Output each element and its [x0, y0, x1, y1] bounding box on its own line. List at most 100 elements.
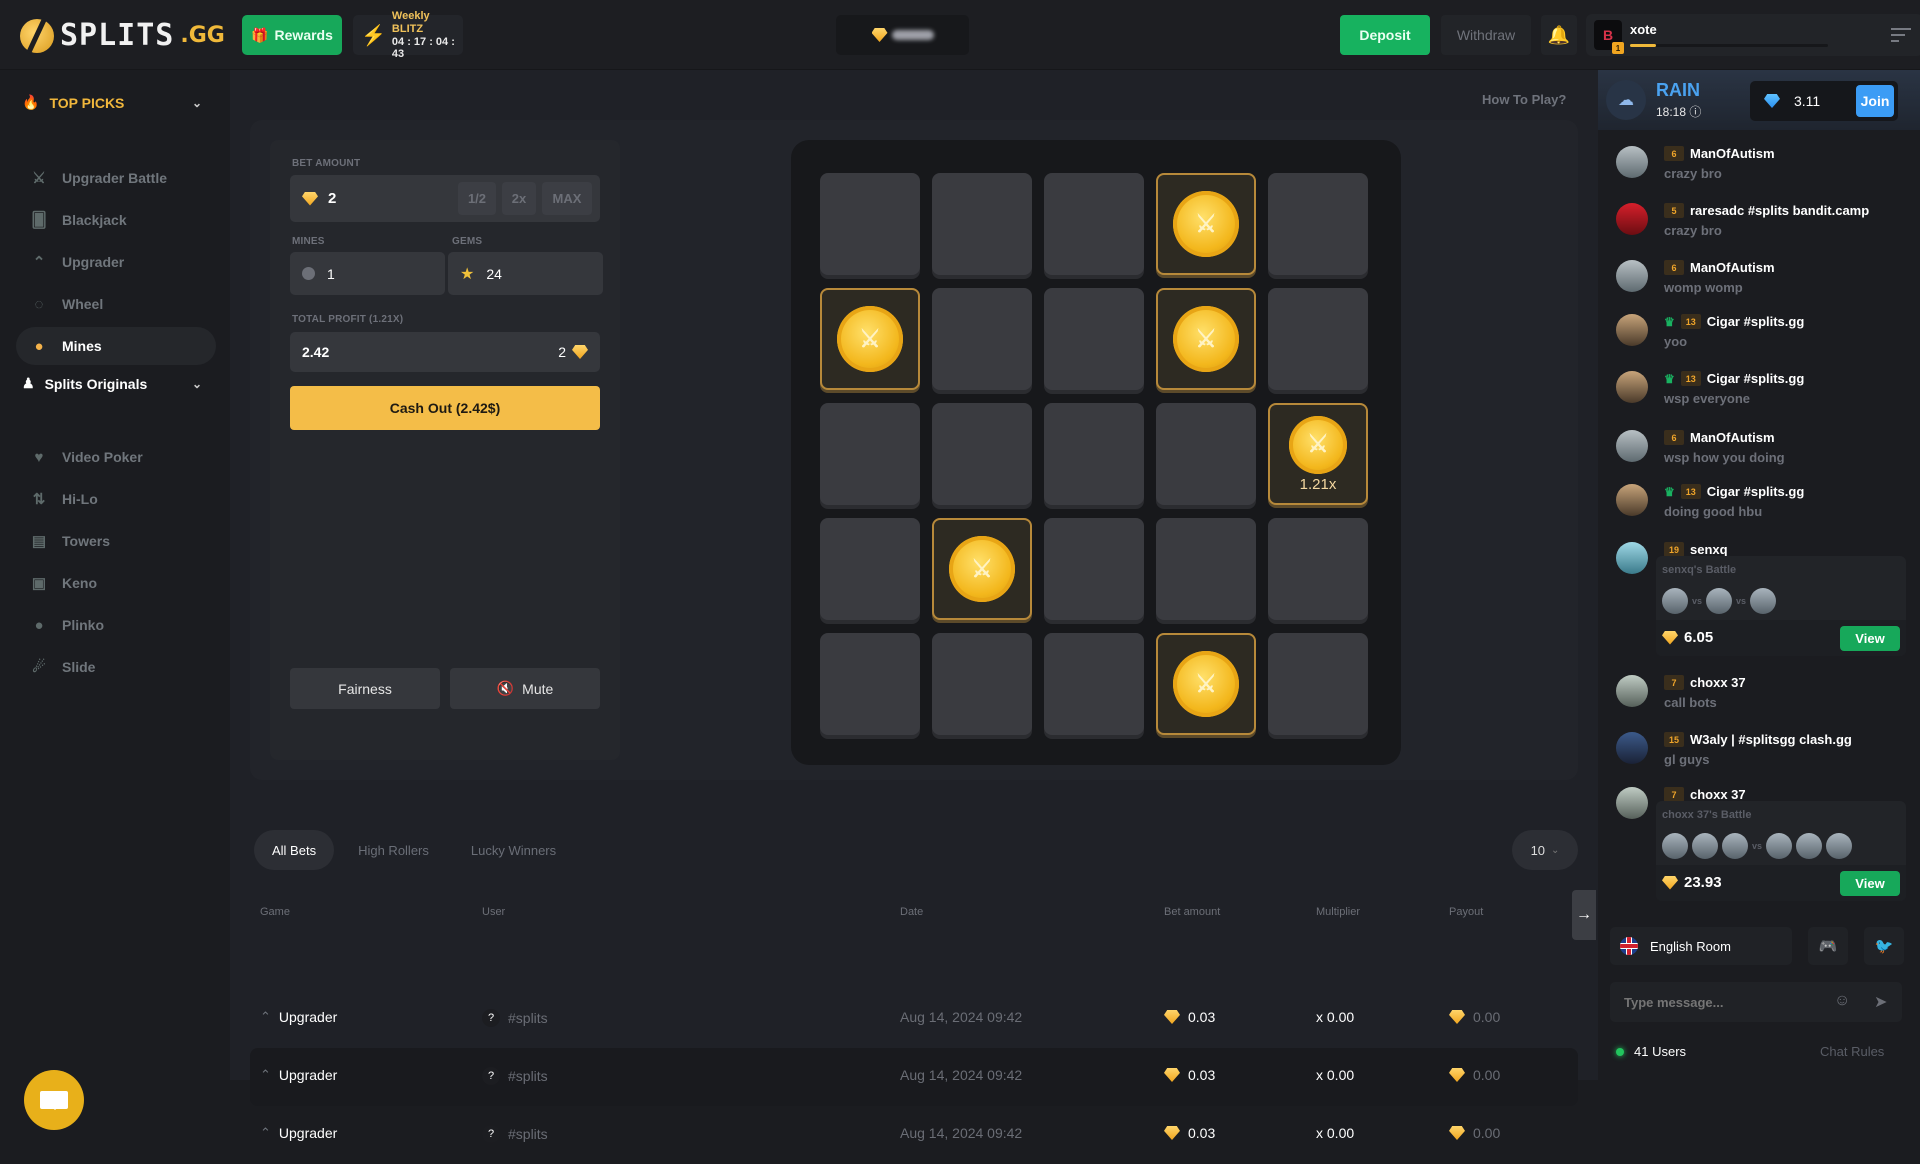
hidden-tile[interactable]: [932, 173, 1032, 275]
avatar[interactable]: [1616, 787, 1648, 819]
top-picks-header[interactable]: 🔥 TOP PICKS ⌄: [22, 94, 202, 111]
emoji-icon[interactable]: ☺: [1834, 992, 1850, 1010]
sidebar-item-upgrader[interactable]: ⌃ Upgrader: [16, 243, 216, 281]
revealed-gem-tile[interactable]: ⚔: [932, 518, 1032, 620]
mines-count-input[interactable]: 1: [290, 252, 445, 295]
withdraw-button[interactable]: Withdraw: [1441, 15, 1531, 55]
message-username[interactable]: raresadc #splits bandit.camp: [1690, 203, 1869, 218]
hidden-tile[interactable]: [820, 518, 920, 620]
hidden-tile[interactable]: [1268, 633, 1368, 735]
fairness-button[interactable]: Fairness: [290, 668, 440, 709]
hidden-tile[interactable]: [820, 173, 920, 275]
hidden-tile[interactable]: [1044, 288, 1144, 390]
view-battle-button[interactable]: View: [1840, 626, 1900, 651]
user-profile[interactable]: B 1 xote: [1586, 14, 1920, 56]
hidden-tile[interactable]: [1156, 403, 1256, 505]
hidden-tile[interactable]: [1044, 403, 1144, 505]
balance-display[interactable]: [836, 15, 969, 55]
avatar[interactable]: [1616, 371, 1648, 403]
avatar[interactable]: [1616, 260, 1648, 292]
message-username[interactable]: ManOfAutism: [1690, 146, 1775, 161]
hidden-tile[interactable]: [820, 403, 920, 505]
hidden-tile[interactable]: [1268, 288, 1368, 390]
sidebar-item-blackjack[interactable]: 🂠 Blackjack: [16, 201, 216, 239]
message-username[interactable]: ManOfAutism: [1690, 260, 1775, 275]
mute-button[interactable]: 🔇 Mute: [450, 668, 600, 709]
sidebar-item-video-poker[interactable]: ♥ Video Poker: [16, 438, 216, 476]
sidebar-item-towers[interactable]: ▤ Towers: [16, 522, 216, 560]
table-row[interactable]: ⌃ Upgrader? #splits Aug 14, 2024 09:42 0.03 x…: [250, 1048, 1578, 1106]
sidebar-item-plinko[interactable]: ● Plinko: [16, 606, 216, 644]
message-username[interactable]: Cigar #splits.gg: [1707, 371, 1805, 386]
revealed-gem-tile[interactable]: ⚔: [1156, 173, 1256, 275]
hidden-tile[interactable]: [932, 633, 1032, 735]
sidebar-item-wheel[interactable]: ◌ Wheel: [16, 285, 216, 323]
sidebar-item-slide[interactable]: ☄ Slide: [16, 648, 216, 686]
avatar[interactable]: [1616, 146, 1648, 178]
avatar[interactable]: [1616, 542, 1648, 574]
revealed-gem-tile[interactable]: ⚔: [1156, 633, 1256, 735]
hidden-tile[interactable]: [1268, 173, 1368, 275]
notifications-button[interactable]: 🔔: [1541, 15, 1577, 55]
logo[interactable]: SPLITS .GG: [20, 18, 225, 53]
chat-message-input[interactable]: [1610, 982, 1902, 1022]
message-username[interactable]: W3aly | #splitsgg clash.gg: [1690, 732, 1852, 747]
max-bet-button[interactable]: MAX: [542, 182, 592, 215]
tab-lucky-winners[interactable]: Lucky Winners: [453, 830, 574, 870]
tab-high-rollers[interactable]: High Rollers: [340, 830, 447, 870]
message-username[interactable]: Cigar #splits.gg: [1707, 484, 1805, 499]
avatar[interactable]: [1616, 484, 1648, 516]
revealed-gem-tile[interactable]: ⚔: [820, 288, 920, 390]
sidebar-item-upgrader-battle[interactable]: ⚔ Upgrader Battle: [16, 159, 216, 197]
page-size-select[interactable]: 10 ⌄: [1512, 830, 1578, 870]
avatar[interactable]: [1616, 203, 1648, 235]
deposit-button[interactable]: Deposit: [1340, 15, 1430, 55]
table-row[interactable]: ⌃ Upgrader? #splits Aug 14, 2024 09:42 0.03 x…: [250, 1106, 1578, 1164]
discord-button[interactable]: 🎮: [1808, 927, 1848, 965]
message-username[interactable]: Cigar #splits.gg: [1707, 314, 1805, 329]
revealed-gem-tile[interactable]: ⚔: [1156, 288, 1256, 390]
sidebar-item-keno[interactable]: ▣ Keno: [16, 564, 216, 602]
avatar[interactable]: [1616, 732, 1648, 764]
balance-value-blurred: [891, 30, 934, 40]
avatar[interactable]: [1616, 430, 1648, 462]
table-row[interactable]: ⌃ Upgrader? #splits Aug 14, 2024 09:42 0.03 x…: [250, 990, 1578, 1048]
menu-icon[interactable]: [1891, 28, 1911, 46]
hidden-tile[interactable]: [932, 288, 1032, 390]
twitter-button[interactable]: 🐦: [1864, 927, 1904, 965]
view-battle-button[interactable]: View: [1840, 871, 1900, 896]
scroll-right-button[interactable]: →: [1572, 890, 1596, 940]
hidden-tile[interactable]: [820, 633, 920, 735]
send-icon[interactable]: ➤: [1874, 992, 1887, 1012]
join-rain-button[interactable]: Join: [1856, 85, 1894, 117]
hidden-tile[interactable]: [1156, 518, 1256, 620]
open-chat-button[interactable]: [24, 1070, 84, 1130]
hidden-tile[interactable]: [1044, 633, 1144, 735]
half-bet-button[interactable]: 1/2: [458, 182, 496, 215]
sidebar-item-hi-lo[interactable]: ⇅ Hi-Lo: [16, 480, 216, 518]
message-username[interactable]: choxx 37: [1690, 675, 1746, 690]
message-username[interactable]: ManOfAutism: [1690, 430, 1775, 445]
info-icon[interactable]: ⓘ: [1689, 105, 1701, 119]
bet-amount-input[interactable]: 2 1/2 2x MAX: [290, 175, 600, 222]
hidden-tile[interactable]: [1268, 518, 1368, 620]
room-selector[interactable]: English Room: [1610, 927, 1792, 965]
avatar[interactable]: [1616, 314, 1648, 346]
hidden-tile[interactable]: [932, 403, 1032, 505]
double-bet-button[interactable]: 2x: [502, 182, 536, 215]
revealed-gem-tile[interactable]: ⚔ 1.21x: [1268, 403, 1368, 505]
avatar[interactable]: [1616, 675, 1648, 707]
cash-out-button[interactable]: Cash Out (2.42$): [290, 386, 600, 430]
chat-rules-link[interactable]: Chat Rules: [1820, 1044, 1884, 1059]
message-username[interactable]: choxx 37: [1690, 787, 1746, 802]
how-to-play-link[interactable]: How To Play?: [1482, 92, 1566, 107]
message-username[interactable]: senxq: [1690, 542, 1728, 557]
sidebar-item-mines[interactable]: ● Mines: [16, 327, 216, 365]
splits-originals-header[interactable]: ♟ Splits Originals ⌄: [22, 375, 202, 392]
weekly-blitz-widget[interactable]: ⚡ Weekly BLITZ 04 : 17 : 04 : 43: [353, 10, 463, 60]
chevron-down-icon: ⌄: [1551, 844, 1560, 856]
tab-all-bets[interactable]: All Bets: [254, 830, 335, 870]
hidden-tile[interactable]: [1044, 173, 1144, 275]
rewards-button[interactable]: 🎁 Rewards: [242, 15, 342, 55]
hidden-tile[interactable]: [1044, 518, 1144, 620]
